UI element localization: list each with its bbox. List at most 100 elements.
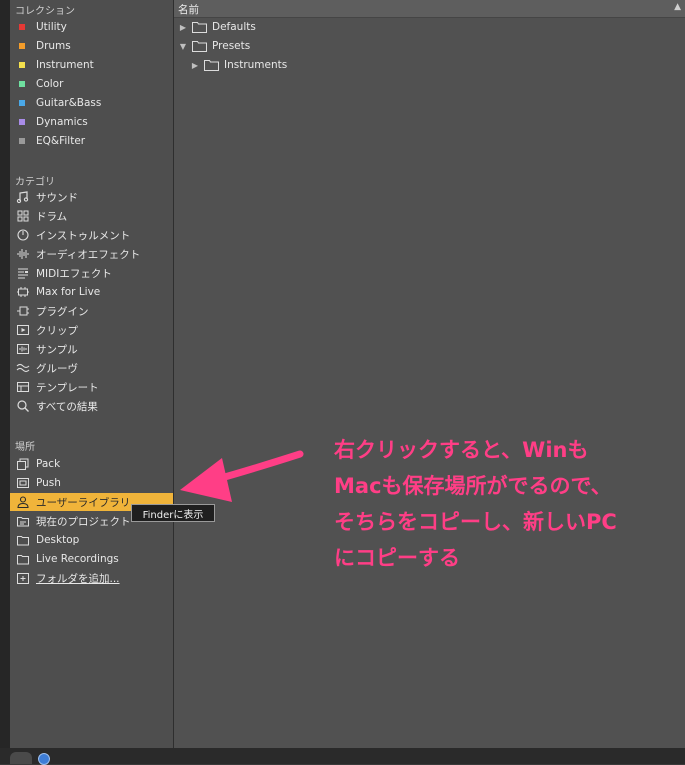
audio-wave-icon <box>16 247 30 261</box>
name-column-header[interactable]: 名前 ▲ <box>174 0 685 18</box>
category-drums[interactable]: ドラム <box>10 207 173 225</box>
category-audio-effects[interactable]: オーディオエフェクト <box>10 245 173 263</box>
category-label: サンプル <box>36 343 78 356</box>
collection-label: Color <box>36 78 64 90</box>
color-swatch-icon <box>19 81 25 87</box>
browser-sidebar: コレクション Utility Drums Instrument Color Gu… <box>10 0 174 748</box>
annotation-line: 右クリックすると、Winも <box>334 438 589 462</box>
places-title: 場所 <box>15 442 35 453</box>
folder-icon <box>192 40 207 52</box>
sort-ascending-icon[interactable]: ▲ <box>674 2 681 12</box>
place-desktop[interactable]: Desktop <box>10 531 173 549</box>
place-push[interactable]: Push <box>10 474 173 492</box>
category-all-results[interactable]: すべての結果 <box>10 397 173 415</box>
category-clips[interactable]: クリップ <box>10 321 173 339</box>
color-swatch-icon <box>19 119 25 125</box>
clip-icon <box>16 323 30 337</box>
category-max-for-live[interactable]: Max for Live <box>10 283 173 301</box>
annotation-line: そちらをコピーし、新しいPC <box>334 510 617 534</box>
collection-eq-filter[interactable]: EQ&Filter <box>10 132 173 150</box>
collection-label: Drums <box>36 40 71 52</box>
color-swatch-icon <box>19 24 25 30</box>
category-midi-effects[interactable]: MIDIエフェクト <box>10 264 173 282</box>
place-live-recordings[interactable]: Live Recordings <box>10 550 173 568</box>
place-label: フォルダを追加... <box>36 572 120 585</box>
tree-row-defaults[interactable]: ▶ Defaults <box>178 18 256 36</box>
push-icon <box>16 476 30 490</box>
plugin-icon <box>16 304 30 318</box>
drum-pads-icon <box>16 209 30 223</box>
instrument-clock-icon <box>16 228 30 242</box>
expand-triangle-icon[interactable]: ▶ <box>190 61 200 70</box>
category-label: MIDIエフェクト <box>36 267 112 280</box>
category-sounds[interactable]: サウンド <box>10 188 173 206</box>
project-folder-icon <box>16 514 30 528</box>
category-label: グルーヴ <box>36 362 78 375</box>
place-add-folder[interactable]: フォルダを追加... <box>10 569 173 587</box>
expand-triangle-icon[interactable]: ▶ <box>178 23 188 32</box>
category-templates[interactable]: テンプレート <box>10 378 173 396</box>
annotation-line: にコピーする <box>334 546 460 570</box>
tree-row-instruments[interactable]: ▶ Instruments <box>190 56 287 74</box>
category-label: サウンド <box>36 191 78 204</box>
category-label: ドラム <box>36 210 68 223</box>
add-folder-icon <box>16 571 30 585</box>
tree-item-label: Defaults <box>212 21 256 33</box>
groove-icon <box>16 361 30 375</box>
category-grooves[interactable]: グルーヴ <box>10 359 173 377</box>
category-samples[interactable]: サンプル <box>10 340 173 358</box>
collection-utility[interactable]: Utility <box>10 18 173 36</box>
folder-icon <box>16 533 30 547</box>
color-swatch-icon <box>19 43 25 49</box>
info-indicator-icon[interactable] <box>38 753 50 765</box>
folder-icon <box>204 59 219 71</box>
collection-label: Dynamics <box>36 116 88 128</box>
place-label: Push <box>36 477 61 489</box>
collection-guitar-bass[interactable]: Guitar&Bass <box>10 94 173 112</box>
place-label: Desktop <box>36 534 80 546</box>
folder-icon <box>192 21 207 33</box>
category-label: インストゥルメント <box>36 229 131 242</box>
bottom-status-bar <box>0 748 685 764</box>
search-icon <box>16 399 30 413</box>
place-label: 現在のプロジェクト <box>36 515 131 528</box>
max-device-icon <box>16 285 30 299</box>
collection-label: Guitar&Bass <box>36 97 102 109</box>
pack-icon <box>16 457 30 471</box>
tooltip-label: Finderに表示 <box>142 509 204 521</box>
category-label: クリップ <box>36 324 78 337</box>
folder-icon <box>16 552 30 566</box>
file-list-pane: 名前 ▲ ▶ Defaults ▼ Presets ▶ Instruments <box>174 0 685 748</box>
color-swatch-icon <box>19 62 25 68</box>
categories-title: カテゴリ <box>15 177 55 188</box>
collection-instrument[interactable]: Instrument <box>10 56 173 74</box>
place-label: Pack <box>36 458 61 470</box>
place-packs[interactable]: Pack <box>10 455 173 473</box>
column-header-label: 名前 <box>178 4 199 16</box>
category-label: すべての結果 <box>36 400 98 413</box>
template-icon <box>16 380 30 394</box>
collections-title: コレクション <box>15 6 75 17</box>
annotation-text: 右クリックすると、Winも Macも保存場所がでるので、 そちらをコピーし、新し… <box>334 432 674 576</box>
category-label: Max for Live <box>36 286 101 298</box>
category-plugins[interactable]: プラグイン <box>10 302 173 320</box>
sample-icon <box>16 342 30 356</box>
collection-label: EQ&Filter <box>36 135 86 147</box>
tree-row-presets[interactable]: ▼ Presets <box>178 37 250 55</box>
collapse-triangle-icon[interactable]: ▼ <box>178 42 188 51</box>
tree-item-label: Instruments <box>224 59 288 71</box>
bottom-left-tab[interactable] <box>10 752 32 764</box>
left-edge-strip <box>0 0 10 748</box>
tree-item-label: Presets <box>212 40 251 52</box>
category-label: オーディオエフェクト <box>36 248 141 261</box>
collection-color[interactable]: Color <box>10 75 173 93</box>
category-label: プラグイン <box>36 305 89 318</box>
music-note-icon <box>16 190 30 204</box>
category-label: テンプレート <box>36 381 99 394</box>
show-in-finder-tooltip[interactable]: Finderに表示 <box>131 504 215 522</box>
collection-dynamics[interactable]: Dynamics <box>10 113 173 131</box>
collection-label: Utility <box>36 21 67 33</box>
collection-drums[interactable]: Drums <box>10 37 173 55</box>
category-instruments[interactable]: インストゥルメント <box>10 226 173 244</box>
collection-label: Instrument <box>36 59 94 71</box>
